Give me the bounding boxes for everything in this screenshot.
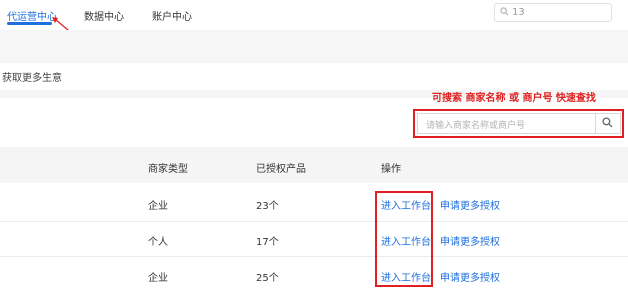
header-actions: 操作 (381, 164, 401, 175)
header-band (0, 30, 628, 63)
row-divider (0, 256, 628, 257)
header-merchant-type: 商家类型 (148, 164, 188, 175)
enter-workbench-highlight-box (375, 191, 433, 287)
annotation-text: 可搜索 商家名称 或 商户号 快速查找 (432, 93, 596, 104)
row-1-type: 企业 (148, 201, 168, 212)
row-divider (0, 221, 628, 222)
row-1-apply-auth-link[interactable]: 申请更多授权 (440, 197, 500, 212)
row-3-type: 企业 (148, 273, 168, 284)
row-2-type: 个人 (148, 237, 168, 248)
row-3-apply-auth-link[interactable]: 申请更多授权 (440, 269, 500, 284)
section-title: 获取更多生意 (2, 73, 62, 84)
header-authorized-products: 已授权产品 (256, 164, 306, 175)
search-highlight-box (413, 109, 624, 138)
row-3-count: 25个 (256, 273, 279, 284)
table-header: 商家类型 已授权产品 操作 (0, 147, 628, 183)
row-2-apply-auth-link[interactable]: 申请更多授权 (440, 233, 500, 248)
row-1-count: 23个 (256, 201, 279, 212)
row-2-count: 17个 (256, 237, 279, 248)
